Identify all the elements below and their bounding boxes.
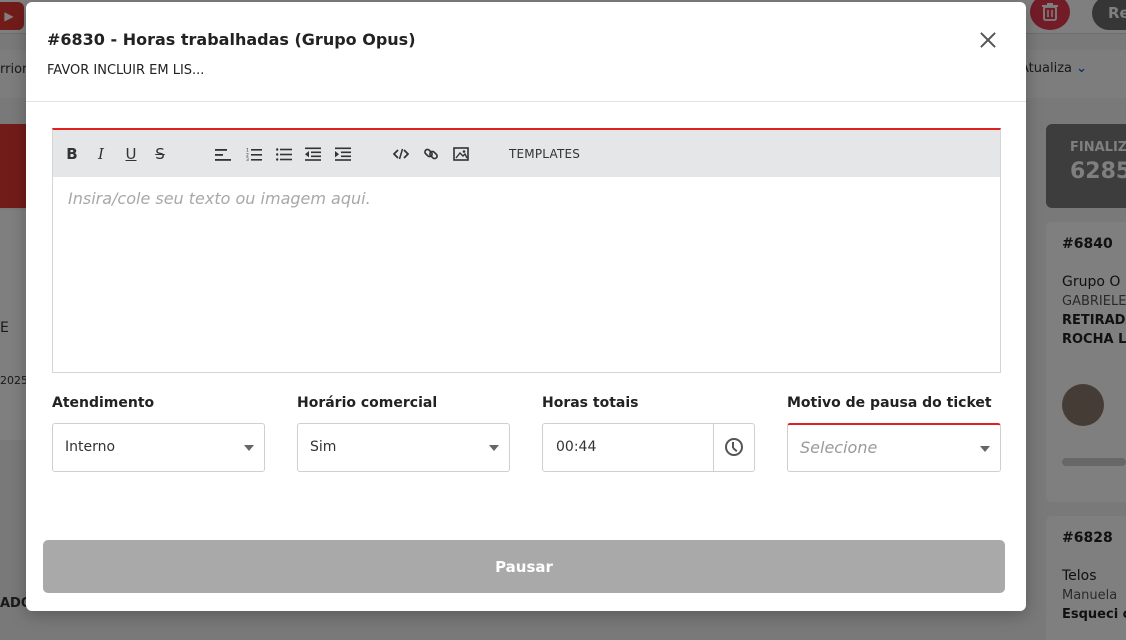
align-left-icon[interactable] <box>215 144 231 164</box>
image-icon[interactable] <box>453 144 469 164</box>
modal-title: #6830 - Horas trabalhadas (Grupo Opus) <box>47 30 416 49</box>
caret-down-icon <box>489 445 499 451</box>
link-icon[interactable] <box>423 144 439 164</box>
indent-icon[interactable] <box>335 144 351 164</box>
horario-comercial-label: Horário comercial <box>297 395 438 411</box>
pause-button[interactable]: Pausar <box>43 540 1005 593</box>
atendimento-label: Atendimento <box>52 395 155 411</box>
outdent-icon[interactable] <box>305 144 321 164</box>
rich-text-editor: B I U S 123 TEMPLATES Insira/cole seu te… <box>52 128 1001 373</box>
modal-subtitle: FAVOR INCLUIR EM LIS... <box>47 63 205 78</box>
editor-content-area[interactable]: Insira/cole seu texto ou imagem aqui. <box>53 177 1000 373</box>
italic-button[interactable]: I <box>94 144 108 164</box>
input-divider <box>713 424 714 471</box>
templates-button[interactable]: TEMPLATES <box>509 147 580 161</box>
clock-icon[interactable] <box>725 438 743 456</box>
code-icon[interactable] <box>393 144 409 164</box>
caret-down-icon <box>980 446 990 452</box>
close-icon[interactable] <box>976 28 1000 52</box>
motivo-pausa-label: Motivo de pausa do ticket <box>787 395 992 411</box>
modal-header: #6830 - Horas trabalhadas (Grupo Opus) F… <box>26 2 1026 102</box>
pause-ticket-modal: #6830 - Horas trabalhadas (Grupo Opus) F… <box>26 2 1026 611</box>
atendimento-value: Interno <box>65 439 116 455</box>
strikethrough-button[interactable]: S <box>153 144 167 164</box>
motivo-pausa-placeholder: Selecione <box>800 438 878 457</box>
editor-placeholder: Insira/cole seu texto ou imagem aqui. <box>68 189 371 208</box>
horas-totais-label: Horas totais <box>542 395 639 411</box>
horario-comercial-select[interactable]: Sim <box>297 423 510 472</box>
editor-toolbar: B I U S 123 TEMPLATES <box>53 130 1000 177</box>
horario-comercial-value: Sim <box>310 439 337 455</box>
bold-button[interactable]: B <box>65 144 79 164</box>
horas-totais-input[interactable]: 00:44 <box>542 423 755 472</box>
caret-down-icon <box>244 445 254 451</box>
atendimento-select[interactable]: Interno <box>52 423 265 472</box>
underline-button[interactable]: U <box>124 144 138 164</box>
svg-text:3: 3 <box>246 157 249 161</box>
ordered-list-icon[interactable]: 123 <box>246 144 262 164</box>
motivo-pausa-select[interactable]: Selecione <box>787 423 1001 472</box>
bullet-list-icon[interactable] <box>276 144 292 164</box>
horas-totais-value: 00:44 <box>556 439 597 455</box>
